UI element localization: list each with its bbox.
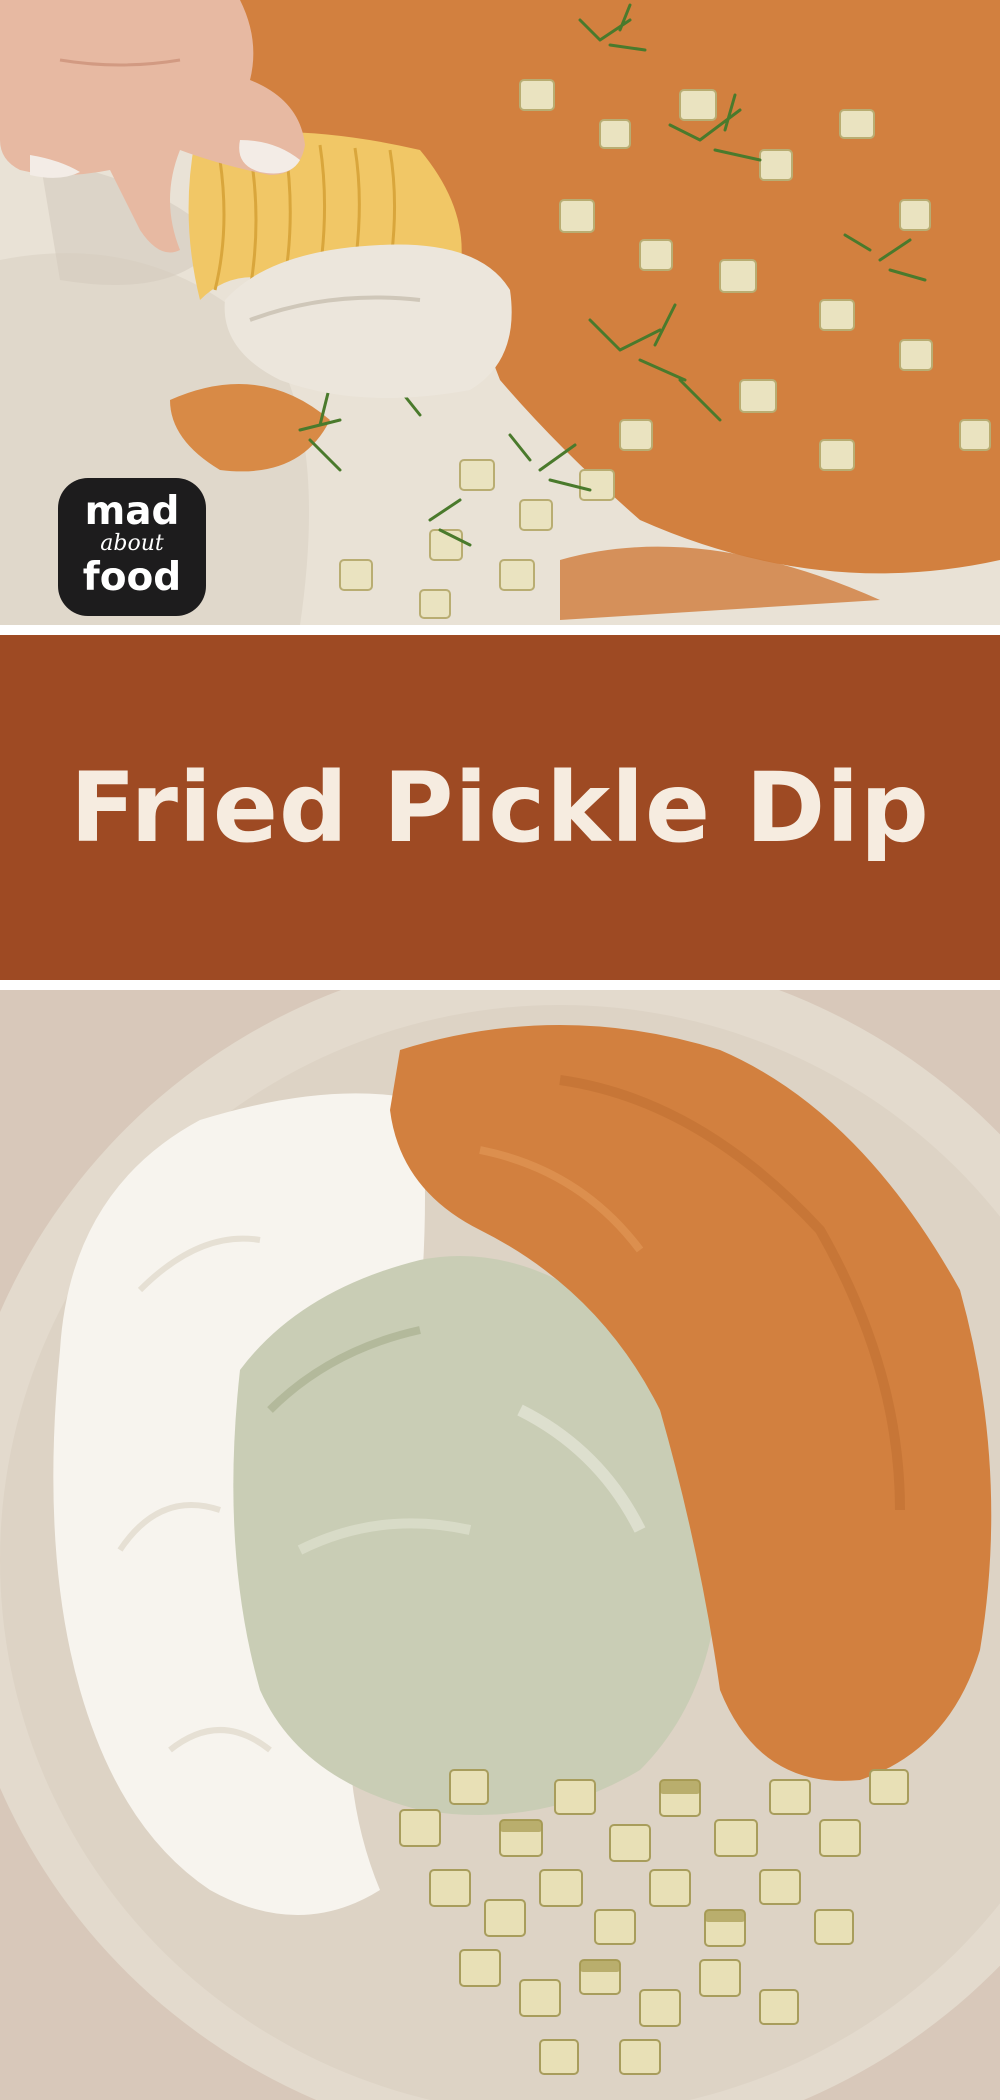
title-band: Fried Pickle Dip bbox=[0, 635, 1000, 980]
ingredients-bowl-photo bbox=[0, 990, 1000, 2100]
recipe-pin: mad about food Fried Pickle Dip bbox=[0, 0, 1000, 2100]
mad-about-food-logo: mad about food bbox=[58, 478, 206, 616]
logo-line-food: food bbox=[82, 555, 182, 600]
bowl-of-dip-ingredients-icon bbox=[0, 990, 1000, 2100]
recipe-title: Fried Pickle Dip bbox=[70, 751, 930, 864]
logo-line-about: about bbox=[100, 531, 164, 556]
logo-line-mad: mad bbox=[84, 489, 180, 534]
